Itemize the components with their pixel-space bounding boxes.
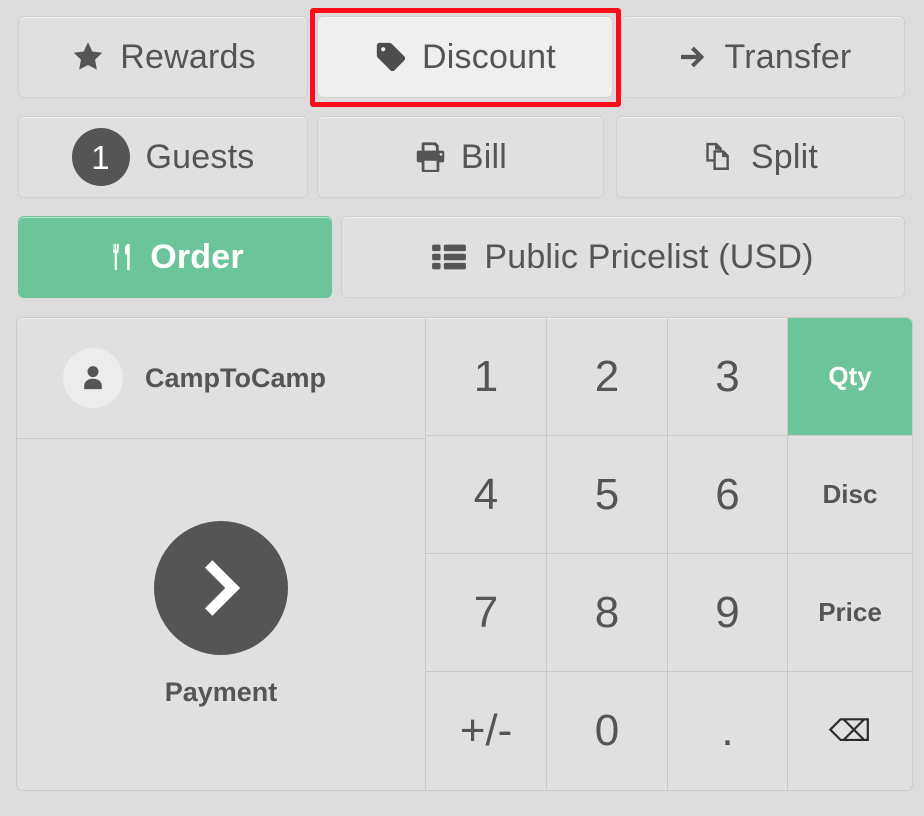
transfer-label: Transfer	[724, 38, 852, 76]
star-icon	[70, 39, 106, 75]
discount-button[interactable]: Discount	[317, 16, 613, 98]
order-tab-button[interactable]: Order	[18, 216, 332, 298]
guests-label: Guests	[145, 138, 255, 176]
numpad-backspace-icon[interactable]: ⌫	[788, 672, 912, 790]
numpad-2[interactable]: 2	[547, 318, 668, 436]
transfer-button[interactable]: Transfer	[621, 16, 905, 98]
bill-label: Bill	[460, 138, 508, 176]
numpad-7[interactable]: 7	[426, 554, 547, 672]
numpad-price[interactable]: Price	[788, 554, 912, 672]
tag-icon	[374, 40, 408, 74]
cutlery-icon	[106, 241, 138, 273]
rewards-button[interactable]: Rewards	[18, 16, 308, 98]
numpad-8[interactable]: 8	[547, 554, 668, 672]
numpad-plus-minus[interactable]: +/-	[426, 672, 547, 790]
customer-button[interactable]: CampToCamp	[17, 318, 425, 439]
pricelist-label: Public Pricelist (USD)	[484, 238, 814, 276]
numpad: 1 2 3 Qty 4 5 6 Disc 7 8 9 Price +/- 0 .…	[426, 318, 912, 790]
order-actions-panel: CampToCamp Payment 1 2 3 Qty 4 5 6 Disc …	[16, 317, 913, 791]
numpad-0[interactable]: 0	[547, 672, 668, 790]
numpad-decimal[interactable]: .	[668, 672, 788, 790]
split-button[interactable]: Split	[616, 116, 905, 198]
copy-icon	[703, 140, 737, 174]
guest-count-badge: 1	[71, 128, 130, 186]
customer-name: CampToCamp	[145, 362, 327, 393]
discount-label: Discount	[422, 38, 556, 76]
person-icon	[63, 348, 123, 408]
numpad-5[interactable]: 5	[547, 436, 668, 554]
order-side-panel: CampToCamp Payment	[17, 318, 426, 790]
numpad-3[interactable]: 3	[668, 318, 788, 436]
numpad-4[interactable]: 4	[426, 436, 547, 554]
split-label: Split	[750, 138, 819, 176]
bill-button[interactable]: Bill	[317, 116, 604, 198]
numpad-qty[interactable]: Qty	[788, 318, 912, 436]
guests-button[interactable]: 1 Guests	[18, 116, 308, 198]
printer-icon	[414, 141, 447, 174]
guest-count-value: 1	[91, 138, 110, 176]
chevron-right-icon	[154, 521, 288, 655]
rewards-label: Rewards	[120, 38, 256, 76]
arrow-right-icon	[675, 39, 711, 75]
numpad-disc[interactable]: Disc	[788, 436, 912, 554]
payment-button[interactable]: Payment	[17, 439, 425, 790]
numpad-1[interactable]: 1	[426, 318, 547, 436]
pricelist-button[interactable]: Public Pricelist (USD)	[341, 216, 905, 298]
numpad-9[interactable]: 9	[668, 554, 788, 672]
list-icon	[432, 244, 467, 270]
numpad-6[interactable]: 6	[668, 436, 788, 554]
pos-control-panel: Rewards Discount Transfer 1 Guests Bill	[0, 0, 924, 816]
order-tab-label: Order	[150, 238, 244, 276]
payment-label: Payment	[164, 677, 278, 707]
